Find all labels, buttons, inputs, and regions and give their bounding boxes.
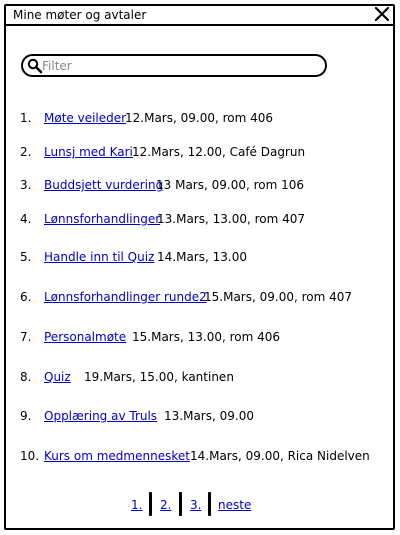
item-number: 6.: [20, 290, 32, 304]
pagination: 1. 2. 3. neste: [6, 492, 393, 518]
page-link-3[interactable]: 3.: [190, 498, 201, 512]
close-icon[interactable]: [374, 5, 390, 23]
meeting-details: 15.Mars, 09.00, rom 407: [204, 290, 353, 304]
item-number: 1.: [20, 111, 32, 125]
meeting-details: 15.Mars, 13.00, rom 406: [132, 330, 281, 344]
item-number: 4.: [20, 212, 32, 226]
page-separator: [149, 492, 152, 516]
item-number: 9.: [20, 409, 32, 423]
meeting-details: 12.Mars, 09.00, rom 406: [125, 111, 274, 125]
meeting-details: 13.Mars, 09.00: [164, 409, 254, 423]
meeting-details: 14.Mars, 13.00: [157, 250, 247, 264]
meeting-link[interactable]: Kurs om medmennesket: [44, 448, 190, 464]
filter-input[interactable]: [42, 58, 312, 74]
next-page-link[interactable]: neste: [218, 498, 251, 512]
page-link-2[interactable]: 2.: [160, 498, 171, 512]
page-separator: [208, 492, 211, 516]
item-number: 2.: [20, 145, 32, 159]
meeting-link[interactable]: Buddsjett vurdering: [44, 177, 163, 193]
meeting-details: 19.Mars, 15.00, kantinen: [84, 370, 234, 384]
item-number: 8.: [20, 370, 32, 384]
meeting-link[interactable]: Møte veileder: [44, 110, 126, 126]
meeting-link[interactable]: Opplæring av Truls: [44, 408, 157, 424]
page-separator: [179, 492, 182, 516]
filter-field[interactable]: [21, 54, 327, 77]
meeting-link[interactable]: Lunsj med Kari: [44, 144, 133, 160]
meeting-details: 12.Mars, 12.00, Café Dagrun: [132, 145, 306, 159]
meeting-link[interactable]: Lønnsforhandlinger runde2: [44, 289, 207, 305]
item-number: 3.: [20, 178, 32, 192]
window-title: Mine møter og avtaler: [13, 8, 147, 22]
item-number: 5.: [20, 250, 32, 264]
page-link-1[interactable]: 1.: [131, 498, 142, 512]
meeting-details: 13 Mars, 09.00, rom 106: [156, 178, 305, 192]
meeting-link[interactable]: Personalmøte: [44, 329, 126, 345]
meeting-link[interactable]: Lønnsforhandlinger: [44, 211, 160, 227]
meeting-link[interactable]: Quiz: [44, 369, 71, 385]
item-number: 7.: [20, 330, 32, 344]
search-icon: [27, 58, 43, 74]
item-number: 10.: [20, 449, 40, 463]
meetings-window: Mine møter og avtaler 1. Møte veileder 1…: [4, 4, 395, 530]
meeting-link[interactable]: Handle inn til Quiz: [44, 249, 154, 265]
meeting-details: 14.Mars, 09.00, Rica Nidelven: [190, 449, 370, 463]
title-bar: Mine møter og avtaler: [6, 6, 393, 26]
meeting-details: 13.Mars, 13.00, rom 407: [157, 212, 306, 226]
